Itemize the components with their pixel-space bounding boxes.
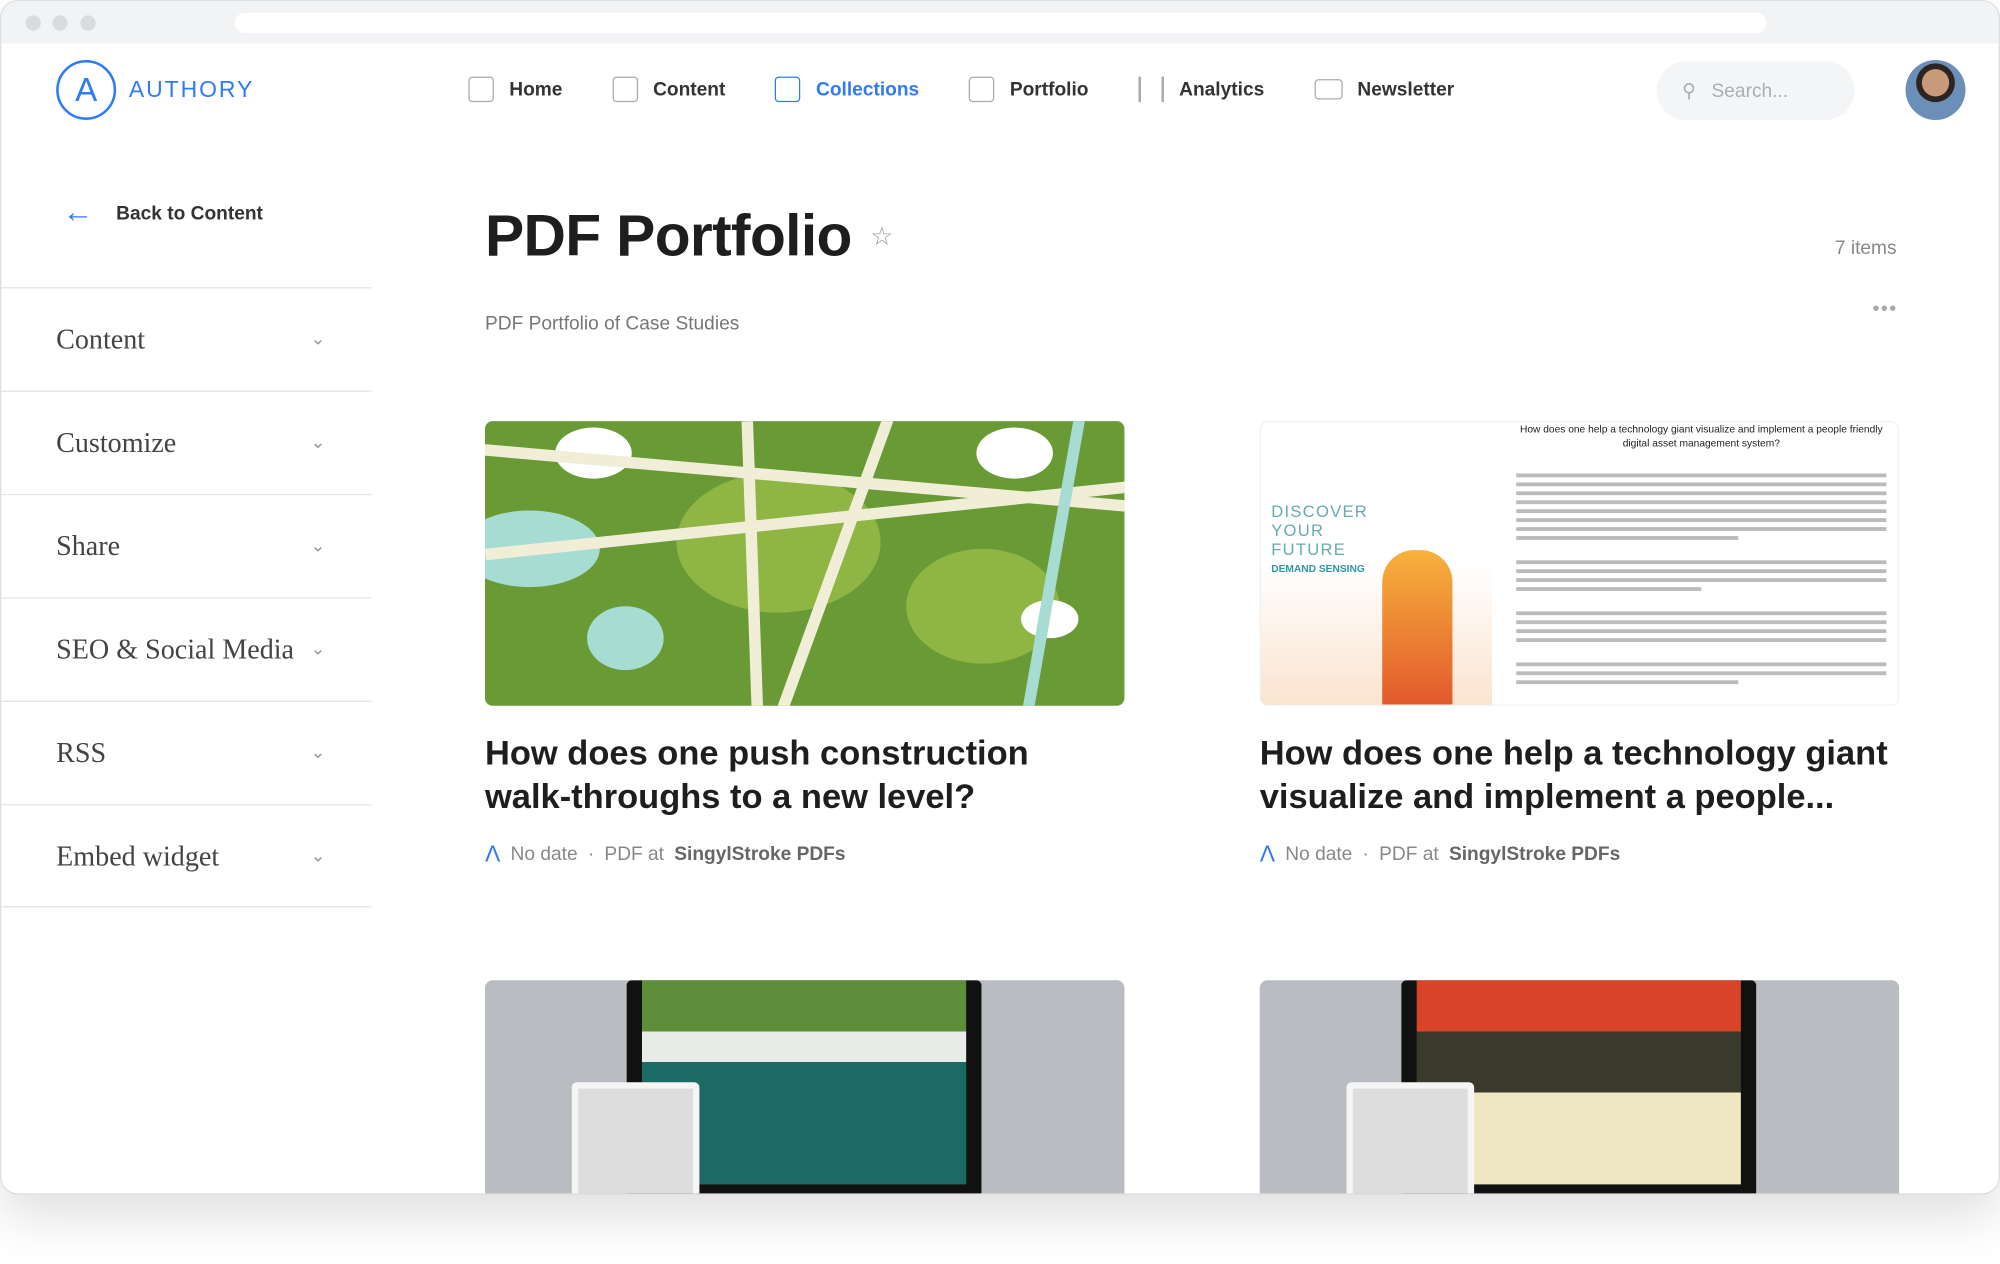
nav-analytics[interactable]: Analytics	[1138, 73, 1264, 106]
nav-content[interactable]: Content	[612, 73, 725, 106]
analytics-icon	[1138, 76, 1164, 103]
authory-icon: Λ	[1259, 841, 1276, 867]
brand-name: AUTHORY	[128, 76, 255, 103]
search-input[interactable]	[1711, 79, 1827, 102]
chevron-down-icon: ⌄	[310, 432, 326, 454]
chevron-down-icon: ⌄	[310, 742, 326, 764]
more-options-icon[interactable]: •••	[1872, 299, 1897, 322]
page-subtitle: PDF Portfolio of Case Studies	[484, 312, 740, 335]
nav-label: Analytics	[1179, 78, 1265, 101]
card-meta: Λ No date · PDF at SingylStroke PDFs	[484, 841, 846, 867]
back-to-content-link[interactable]: ← Back to Content	[62, 195, 263, 230]
nav-home[interactable]: Home	[468, 73, 562, 106]
sidebar-item-share[interactable]: Share ⌄	[1, 493, 372, 597]
thumb-cover-text: DISCOVER YOUR FUTURE	[1271, 501, 1369, 560]
card-thumbnail-devices	[484, 980, 1125, 1194]
main-nav: Home Content Collections Portfolio Analy…	[468, 73, 1504, 106]
content-card[interactable]	[484, 980, 1125, 1194]
card-title[interactable]: How does one help a technology giant vis…	[1260, 731, 1899, 818]
nav-portfolio[interactable]: Portfolio	[968, 73, 1089, 106]
card-date: No date	[510, 843, 578, 866]
thumb-sub-text: DEMAND SENSING	[1271, 562, 1365, 575]
nav-label: Newsletter	[1357, 78, 1455, 101]
minimize-dot[interactable]	[52, 15, 68, 31]
card-title[interactable]: How does one push construction walk-thro…	[485, 731, 1124, 818]
card-thumbnail-map	[484, 421, 1125, 706]
search-box[interactable]: ⚲	[1656, 61, 1855, 120]
chevron-down-icon: ⌄	[310, 845, 326, 866]
sidebar-label: RSS	[56, 736, 107, 769]
card-type: PDF at	[1379, 843, 1439, 866]
content-card[interactable]	[1259, 980, 1900, 1194]
back-label: Back to Content	[116, 202, 263, 224]
nav-label: Content	[653, 78, 726, 101]
sidebar-item-embed[interactable]: Embed widget ⌄	[1, 804, 372, 908]
user-avatar[interactable]	[1905, 59, 1966, 120]
maximize-dot[interactable]	[80, 15, 96, 31]
sidebar-item-customize[interactable]: Customize ⌄	[1, 390, 372, 494]
card-thumbnail-devices	[1259, 980, 1900, 1194]
browser-window: A AUTHORY Home Content Collections Portf…	[0, 0, 2000, 1195]
card-type: PDF at	[604, 843, 665, 866]
page-title: PDF Portfolio	[484, 201, 852, 269]
content-card[interactable]: DISCOVER YOUR FUTURE DEMAND SENSING How …	[1259, 421, 1900, 868]
sidebar-item-content[interactable]: Content ⌄	[1, 287, 372, 390]
card-thumbnail-pdf: DISCOVER YOUR FUTURE DEMAND SENSING How …	[1259, 421, 1900, 706]
search-icon: ⚲	[1682, 79, 1697, 103]
sidebar-item-seo[interactable]: SEO & Social Media ⌄	[1, 597, 372, 700]
arrow-left-icon: ←	[62, 195, 94, 230]
browser-chrome	[1, 1, 1999, 44]
nav-label: Collections	[815, 78, 920, 101]
authory-logo-icon: A	[56, 59, 117, 120]
close-dot[interactable]	[25, 15, 41, 31]
star-icon[interactable]: ☆	[870, 221, 893, 252]
portfolio-icon	[968, 76, 995, 103]
item-count: 7 items	[1834, 237, 1897, 260]
authory-icon: Λ	[484, 841, 501, 867]
sidebar-label: Embed widget	[56, 839, 220, 872]
newsletter-icon	[1314, 79, 1343, 100]
sidebar-label: Share	[56, 529, 121, 562]
sidebar-label: Customize	[56, 426, 177, 459]
card-date: No date	[1285, 843, 1353, 866]
collections-icon	[775, 76, 801, 103]
thumb-heading: How does one help a technology giant vis…	[1519, 423, 1883, 450]
home-icon	[468, 76, 494, 103]
sidebar: Content ⌄ Customize ⌄ Share ⌄ SEO & Social …	[1, 287, 372, 908]
content-icon	[612, 76, 638, 103]
address-bar[interactable]	[234, 12, 1767, 34]
nav-label: Portfolio	[1009, 78, 1089, 101]
nav-collections[interactable]: Collections	[775, 73, 919, 106]
nav-newsletter[interactable]: Newsletter	[1314, 73, 1454, 106]
card-source[interactable]: SingylStroke PDFs	[1449, 844, 1620, 866]
logo[interactable]: A AUTHORY	[56, 59, 255, 120]
nav-label: Home	[509, 78, 563, 101]
chevron-down-icon: ⌄	[310, 329, 326, 350]
card-meta: Λ No date · PDF at SingylStroke PDFs	[1259, 841, 1621, 867]
sidebar-label: SEO & Social Media	[56, 633, 295, 665]
sidebar-label: Content	[56, 322, 146, 355]
content-card[interactable]: How does one push construction walk-thro…	[484, 421, 1125, 868]
card-source[interactable]: SingylStroke PDFs	[674, 844, 845, 866]
chevron-down-icon: ⌄	[310, 536, 326, 557]
sidebar-item-rss[interactable]: RSS ⌄	[1, 700, 372, 804]
chevron-down-icon: ⌄	[310, 639, 326, 660]
